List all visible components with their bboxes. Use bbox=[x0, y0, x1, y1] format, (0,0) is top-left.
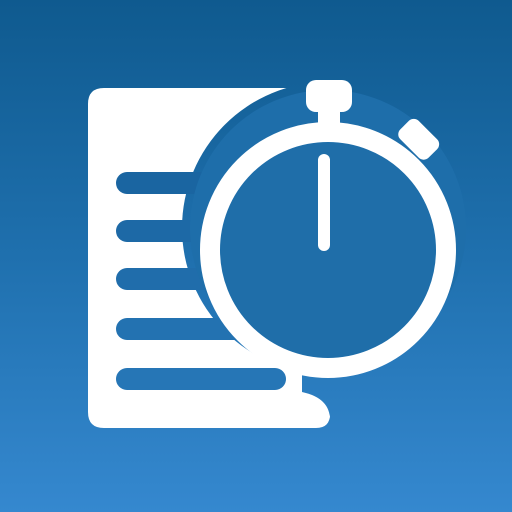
document-line-5 bbox=[116, 368, 286, 390]
app-icon bbox=[0, 0, 512, 512]
app-icon-artwork bbox=[0, 0, 512, 512]
